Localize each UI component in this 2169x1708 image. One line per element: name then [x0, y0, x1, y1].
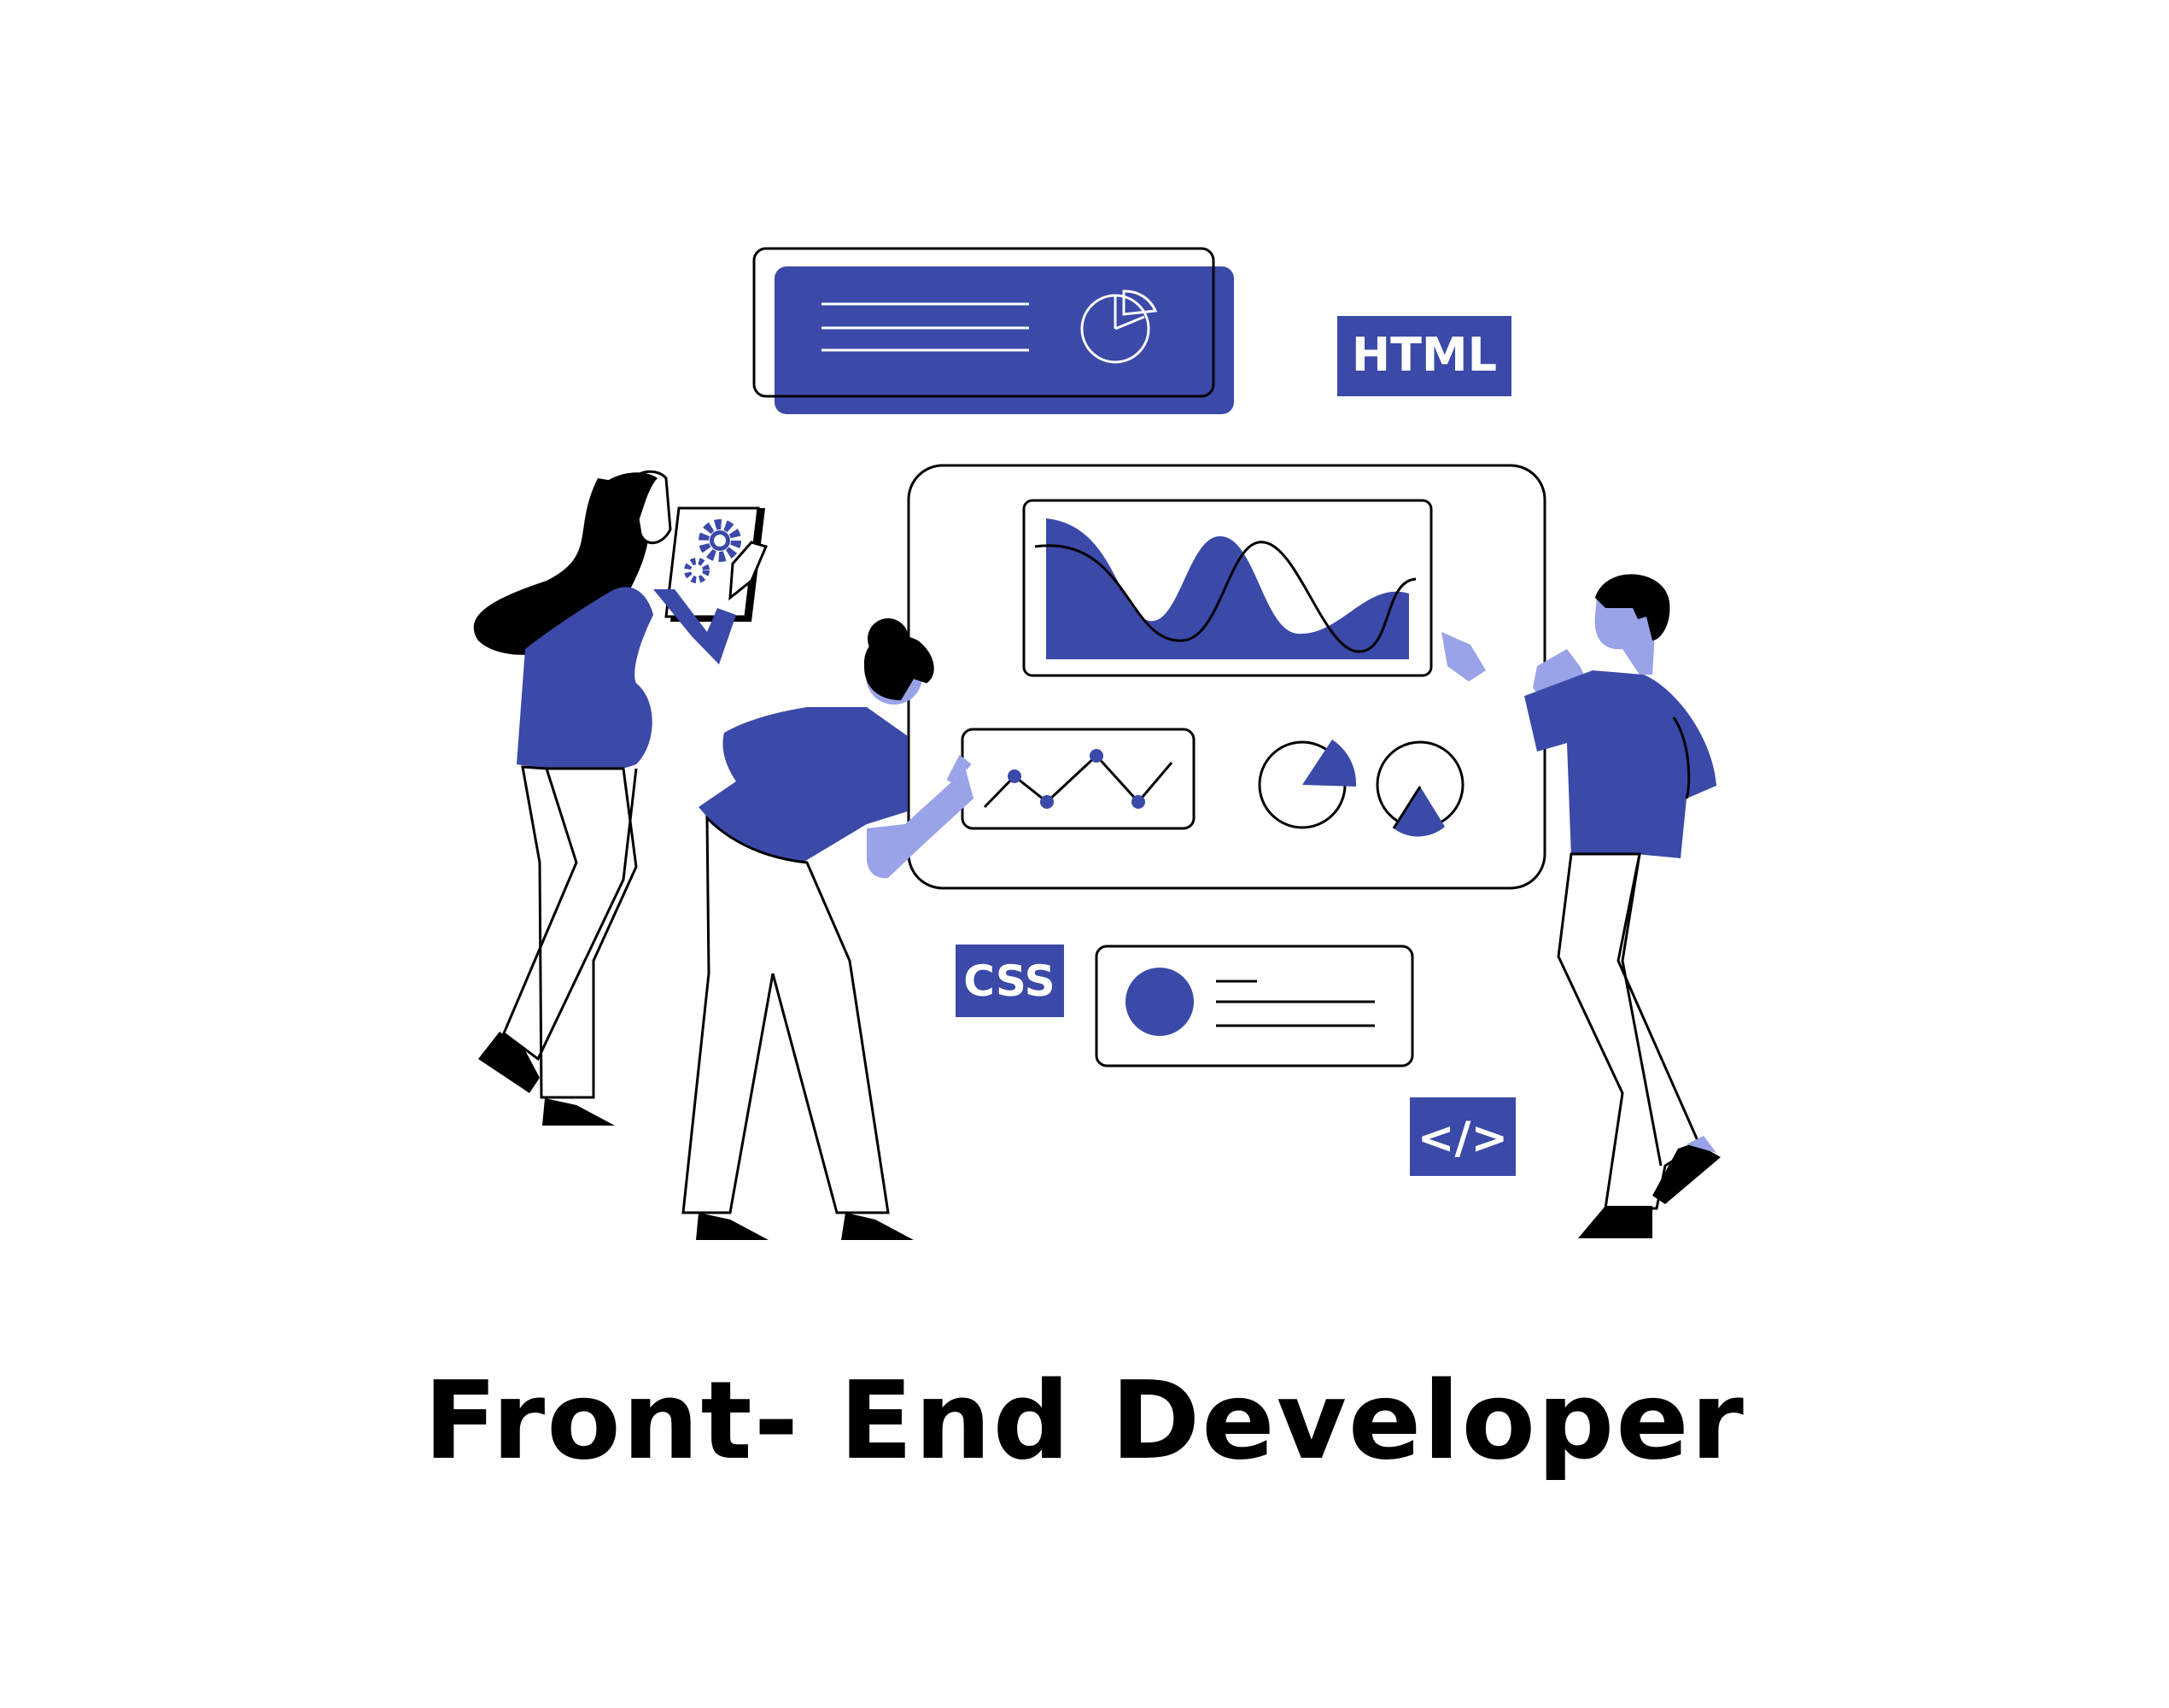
pie-circle-1 [1258, 740, 1357, 829]
css-tag: CSS [956, 945, 1064, 1017]
code-tag: </> [1410, 1097, 1516, 1176]
woman-bending [681, 618, 973, 1240]
top-card [752, 247, 1234, 414]
profile-card [1095, 945, 1414, 1068]
css-tag-label: CSS [963, 956, 1055, 1006]
html-tag-label: HTML [1352, 328, 1497, 382]
pie-circle-2 [1376, 740, 1465, 837]
line-chart [961, 728, 1196, 830]
page-title: Front- End Developer [424, 1358, 1745, 1483]
wave-chart [1022, 499, 1433, 677]
html-tag: HTML [1337, 316, 1511, 396]
code-icon: </> [1418, 1113, 1508, 1164]
dashboard-panel [907, 464, 1546, 890]
